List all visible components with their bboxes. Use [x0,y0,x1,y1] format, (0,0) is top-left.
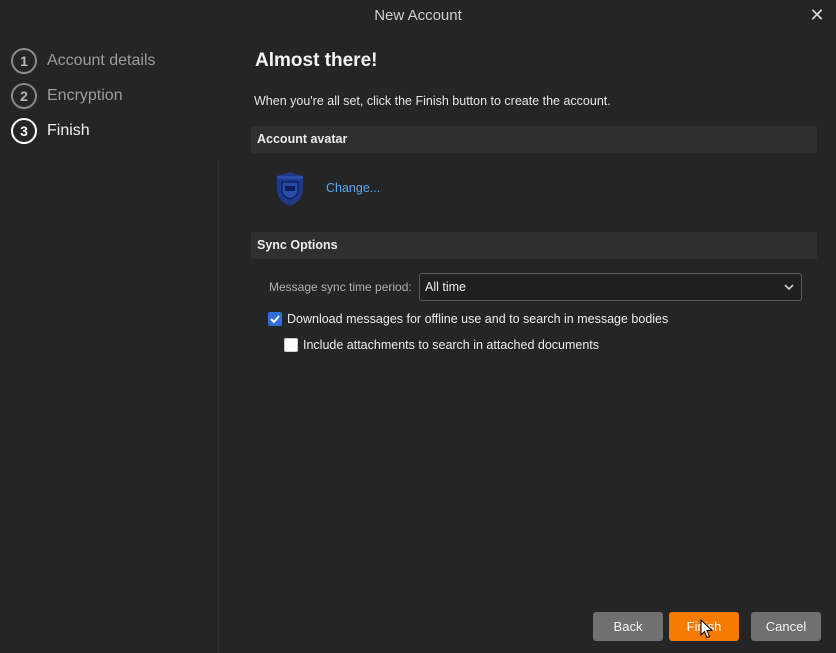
account-avatar-section-header: Account avatar [251,126,817,153]
sync-period-value: All time [425,280,466,294]
download-offline-option: Download messages for offline use and to… [268,312,668,326]
step-label: Finish [47,122,90,139]
download-offline-checkbox[interactable] [268,312,282,326]
sync-options-section-header: Sync Options [251,232,817,259]
step-number: 1 [11,48,37,74]
window-title: New Account [374,7,462,24]
close-icon[interactable]: ✕ [806,4,828,26]
step-number: 2 [11,83,37,109]
include-attachments-option: Include attachments to search in attache… [284,338,599,352]
step-encryption: 2 Encryption [11,81,123,111]
include-attachments-label: Include attachments to search in attache… [303,338,600,352]
step-number: 3 [11,118,37,144]
back-button[interactable]: Back [593,612,663,641]
sidebar-divider [218,160,219,653]
cancel-button[interactable]: Cancel [751,612,821,641]
step-label: Account details [47,52,156,69]
page-heading: Almost there! [255,50,378,71]
steps-sidebar: 1 Account details 2 Encryption 3 Finish [0,32,218,653]
step-account-details: 1 Account details [11,46,156,76]
step-finish: 3 Finish [11,116,90,146]
intro-text: When you're all set, click the Finish bu… [254,94,611,108]
step-label: Encryption [47,87,123,104]
change-avatar-link[interactable]: Change... [326,181,380,195]
shield-avatar-icon [272,170,308,208]
download-offline-label: Download messages for offline use and to… [287,312,669,326]
chevron-down-icon [783,274,795,300]
include-attachments-checkbox[interactable] [284,338,298,352]
sync-period-label: Message sync time period: [269,280,412,294]
sync-period-select[interactable]: All time [419,273,802,301]
finish-button[interactable]: Finish [669,612,739,641]
